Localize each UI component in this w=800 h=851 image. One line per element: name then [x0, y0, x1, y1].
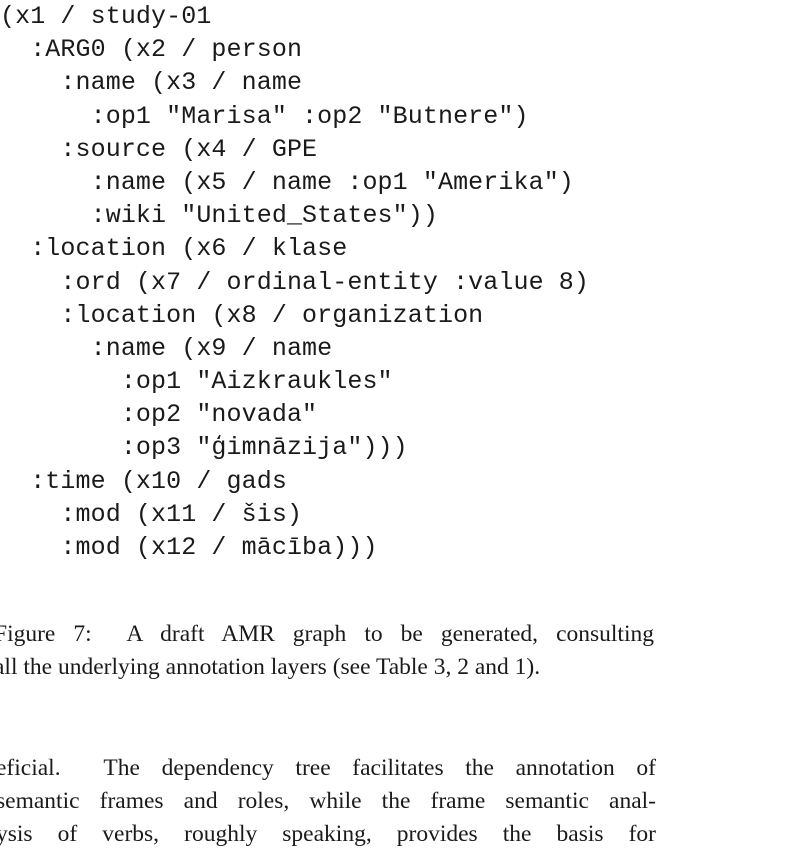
- body-line: semantic frames and roles, while the fra…: [0, 788, 656, 814]
- amr-line: :op1 "Aizkraukles": [0, 367, 393, 397]
- amr-line: :ord (x7 / ordinal-entity :value 8): [0, 267, 589, 297]
- amr-line: :op3 "ģimnāzija"))): [0, 433, 408, 463]
- body-paragraph: eficial. The dependency tree facilitates…: [0, 752, 656, 851]
- amr-line: :name (x5 / name :op1 "Amerika"): [0, 167, 574, 197]
- amr-line: :wiki "United_States")): [0, 201, 438, 231]
- amr-line: :time (x10 / gads: [0, 466, 287, 496]
- amr-line: :ARG0 (x2 / person: [0, 35, 303, 65]
- amr-line: :op2 "novada": [0, 400, 318, 430]
- body-line: eficial. The dependency tree facilitates…: [0, 755, 656, 781]
- amr-line: :name (x9 / name: [0, 333, 333, 363]
- caption-line: all the underlying annotation layers (se…: [0, 654, 541, 680]
- amr-line: :op1 "Marisa" :op2 "Butnere"): [0, 101, 529, 131]
- amr-graph-code: (x1 / study-01 :ARG0 (x2 / person :name …: [0, 0, 589, 564]
- amr-line: (x1 / study-01: [0, 2, 212, 31]
- amr-line: :source (x4 / GPE: [0, 134, 318, 164]
- amr-line: :mod (x11 / šis): [0, 499, 303, 529]
- amr-line: :mod (x12 / mācība))): [0, 533, 378, 562]
- amr-line: :name (x3 / name: [0, 68, 303, 98]
- body-line: ysis of verbs, roughly speaking, provide…: [0, 821, 656, 847]
- amr-line: :location (x8 / organization: [0, 300, 484, 330]
- figure-caption: Figure 7: A draft AMR graph to be genera…: [0, 618, 654, 684]
- caption-line: Figure 7: A draft AMR graph to be genera…: [0, 621, 654, 647]
- amr-line: :location (x6 / klase: [0, 234, 348, 264]
